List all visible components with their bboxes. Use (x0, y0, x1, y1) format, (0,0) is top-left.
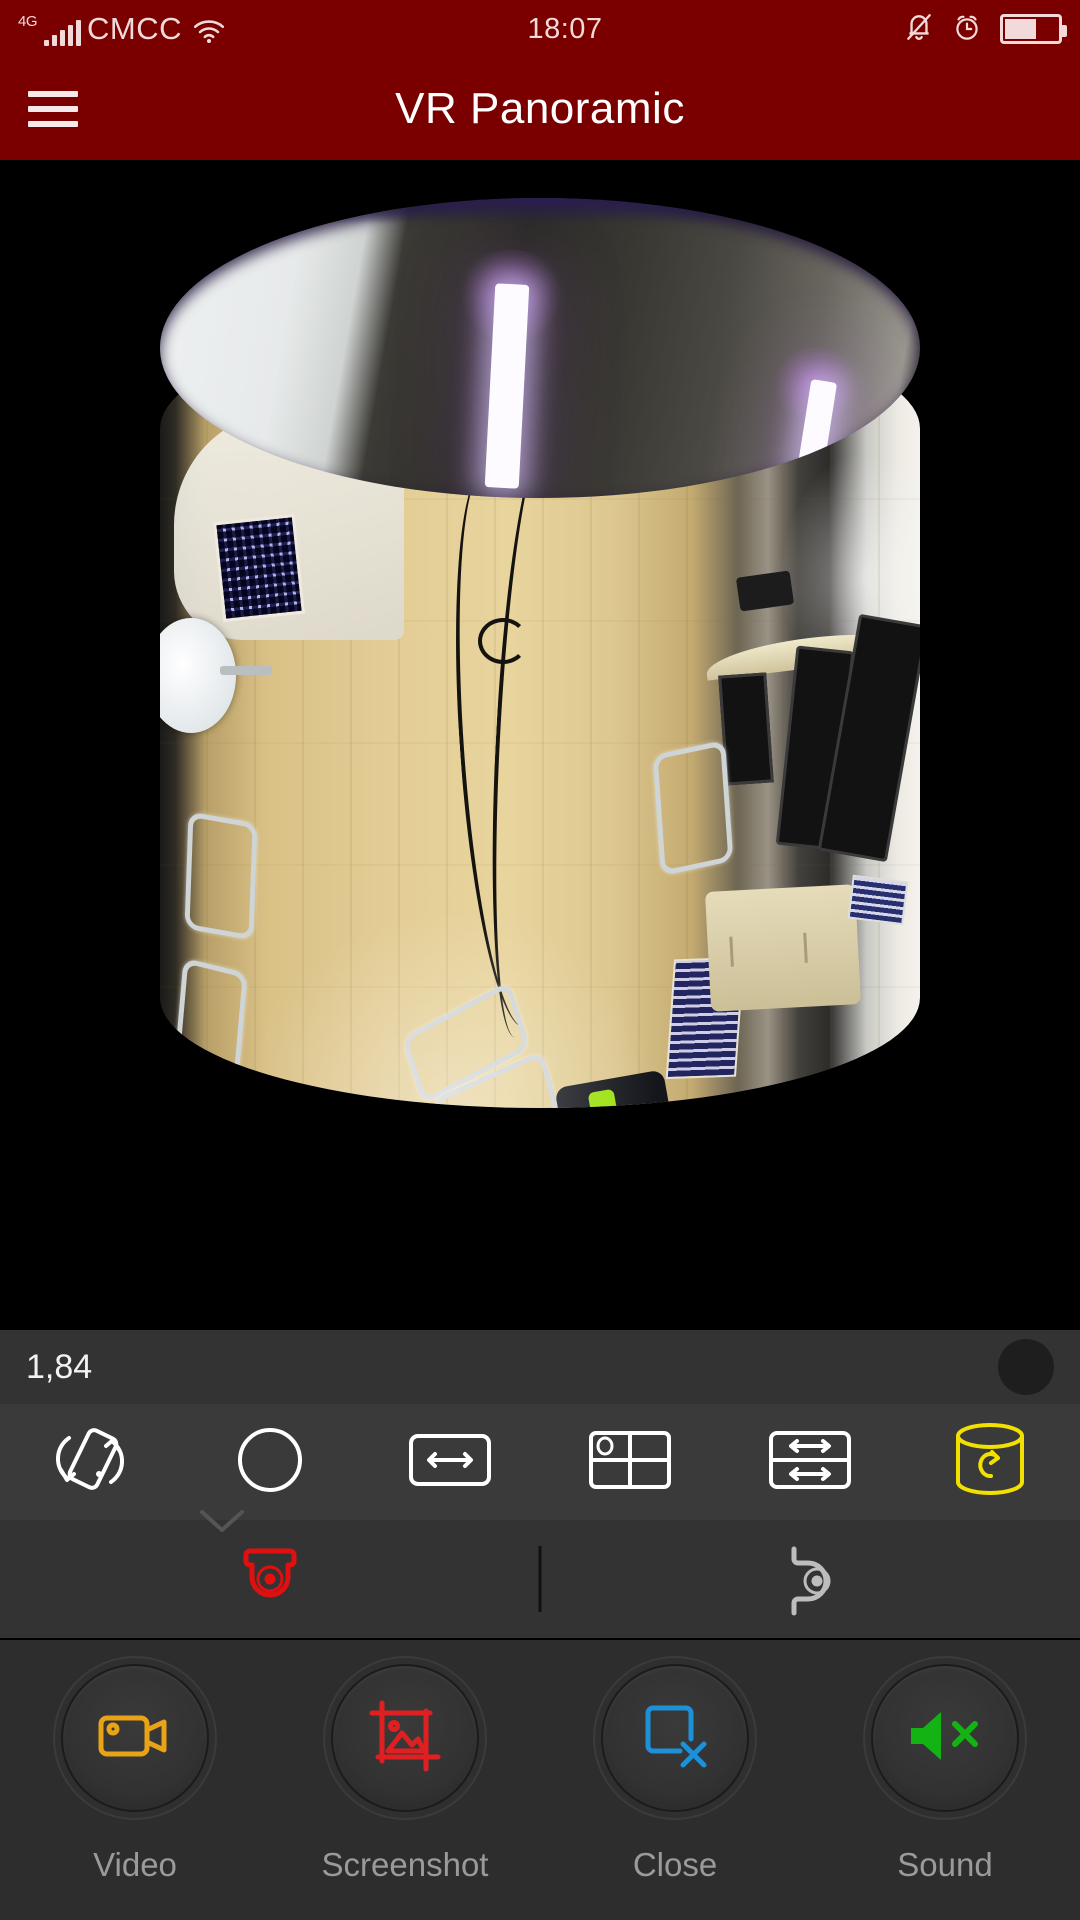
close-stream-button[interactable]: Close (540, 1640, 810, 1884)
cylinder-bottom-shadow (160, 1074, 920, 1274)
screenshot-button[interactable]: Screenshot (270, 1640, 540, 1884)
vr-cylinder-render[interactable] (160, 198, 920, 1274)
close-stream-knob[interactable] (601, 1664, 749, 1812)
video-record-button[interactable]: Video (0, 1640, 270, 1884)
video-viewport[interactable] (0, 160, 1080, 1330)
video-label: Video (93, 1846, 177, 1883)
vr-panoramic-screen: 4G CMCC 18:07 VR Panoramic 1,84 Video Sc… (0, 0, 1080, 1920)
panorama-single-icon (408, 1430, 492, 1495)
view-mode-panorama-single[interactable] (360, 1404, 540, 1520)
vr-cylinder-icon (948, 1420, 1032, 1505)
ceiling-mount-dome-icon (224, 1531, 316, 1628)
wall-poster (212, 513, 306, 623)
bell-slash-icon (904, 11, 934, 48)
screenshot-label: Screenshot (321, 1846, 489, 1883)
sound-muted-icon (905, 1704, 985, 1773)
screenshot-icon (368, 1699, 442, 1778)
wifi-icon (192, 16, 226, 46)
view-mode-quad-split[interactable] (540, 1404, 720, 1520)
cabinet (704, 884, 862, 1012)
video-record-knob[interactable] (61, 1664, 209, 1812)
quad-split-icon (588, 1429, 672, 1496)
status-bar-left: 4G CMCC (18, 12, 226, 46)
wall-mount-dome-icon (764, 1531, 856, 1628)
sound-toggle-button[interactable]: Sound (810, 1640, 1080, 1884)
clock-label: 18:07 (527, 12, 603, 45)
status-bar-right (904, 11, 1067, 48)
sound-toggle-knob[interactable] (871, 1664, 1019, 1812)
battery-icon (1000, 14, 1067, 44)
cable-loop (478, 618, 528, 664)
active-mount-caret-icon (196, 1506, 248, 1541)
action-toolbar: Video Screenshot Close Sound (0, 1640, 1080, 1920)
status-bar: 4G CMCC 18:07 (0, 0, 1080, 58)
page-title: VR Panoramic (395, 84, 685, 133)
alarm-clock-icon (952, 11, 982, 48)
chair (652, 739, 734, 877)
camera-mount-toolbar (0, 1520, 1080, 1638)
cylinder-ceiling (160, 198, 920, 498)
camera-mount-wall[interactable] (540, 1520, 1080, 1638)
view-mode-vr-cylinder[interactable] (900, 1404, 1080, 1520)
screen-rotate-icon (47, 1420, 133, 1505)
view-mode-screen-rotate[interactable] (0, 1404, 180, 1520)
cellular-signal-icon: 4G (18, 12, 81, 46)
camera-mount-ceiling[interactable] (0, 1520, 540, 1638)
carrier-label: CMCC (87, 11, 182, 46)
screenshot-knob[interactable] (331, 1664, 479, 1812)
app-header: VR Panoramic (0, 58, 1080, 160)
view-mode-panorama-dual[interactable] (720, 1404, 900, 1520)
view-mode-toolbar (0, 1404, 1080, 1520)
wall-disc-stem (220, 666, 272, 675)
sound-label: Sound (897, 1846, 993, 1883)
hamburger-menu-icon[interactable] (28, 91, 78, 127)
fisheye-circle-icon (234, 1424, 306, 1501)
lit-screen (847, 874, 909, 926)
close-label: Close (632, 1846, 718, 1883)
bitrate-value: 1,84 (26, 1347, 93, 1386)
video-camera-icon (96, 1706, 174, 1771)
record-dot-icon[interactable] (998, 1339, 1054, 1395)
view-mode-fisheye[interactable] (180, 1404, 360, 1520)
stream-status-bar: 1,84 (0, 1330, 1080, 1404)
chair (174, 957, 248, 1081)
panorama-dual-icon (768, 1429, 852, 1496)
close-window-icon (638, 1699, 712, 1778)
network-type-label: 4G (18, 13, 38, 30)
